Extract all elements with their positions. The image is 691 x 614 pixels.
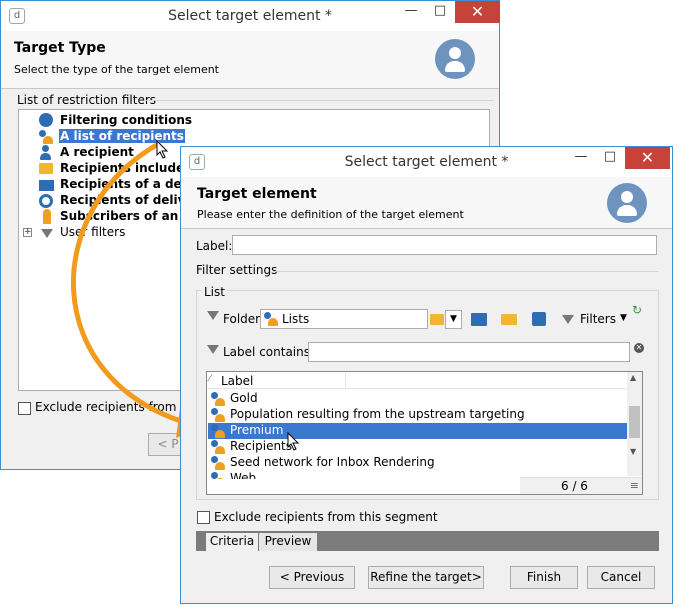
funnel-icon <box>41 229 53 238</box>
recipients-list-icon <box>38 129 54 145</box>
scroll-up-icon[interactable]: ▲ <box>630 373 636 382</box>
column-divider <box>345 373 346 387</box>
back-exclude-label: Exclude recipients from this <box>35 400 203 414</box>
back-header: Target Type Select the type of the targe… <box>1 31 499 89</box>
delivery-icon <box>39 194 53 208</box>
list-item-label: Recipients <box>230 439 293 453</box>
close-button[interactable]: ✕ <box>455 1 500 23</box>
new-list-icon[interactable] <box>532 312 546 326</box>
label-contains-label: Label contains: <box>223 345 315 359</box>
funnel-icon <box>207 345 219 354</box>
tab-preview[interactable]: Preview <box>259 533 317 551</box>
maximize-button[interactable]: □ <box>425 1 455 23</box>
label-input[interactable] <box>232 235 657 255</box>
filter-settings-label: Filter settings <box>196 263 278 277</box>
sort-icon: ⁄ <box>209 374 211 384</box>
back-header-subtitle: Select the type of the target element <box>14 63 219 76</box>
scroll-thumb[interactable] <box>629 406 640 438</box>
label-field-label: Label: <box>196 239 233 253</box>
tree-item-label: A recipient <box>60 145 134 159</box>
list-item-seed-network[interactable]: Seed network for Inbox Rendering <box>208 455 627 471</box>
mouse-cursor-icon <box>156 140 169 159</box>
recipients-list-icon <box>210 471 226 479</box>
clear-filter-icon[interactable]: ✕ <box>634 343 644 353</box>
avatar-icon <box>607 183 647 223</box>
tab-criteria[interactable]: Criteria <box>206 533 258 551</box>
close-button[interactable]: ✕ <box>625 147 670 169</box>
chevron-down-icon[interactable]: ▼ <box>620 313 627 323</box>
list-footer: 6 / 6 ≡ <box>520 477 642 494</box>
list-item-premium[interactable]: Premium <box>208 423 627 439</box>
front-header: Target element Please enter the definiti… <box>181 177 672 229</box>
subscriber-icon <box>43 209 51 224</box>
folder-browse-icon[interactable] <box>430 314 444 325</box>
funnel-icon <box>207 311 219 320</box>
scroll-down-icon[interactable]: ▼ <box>630 447 636 456</box>
recipients-list-icon <box>210 407 226 423</box>
column-header-label[interactable]: Label <box>221 374 253 388</box>
recipient-icon <box>38 145 54 161</box>
folder-dropdown-button[interactable]: ▼ <box>445 310 462 329</box>
mouse-cursor-icon <box>287 432 300 451</box>
refresh-icon[interactable]: ↻ <box>632 303 642 317</box>
back-exclude-checkbox[interactable] <box>18 402 31 415</box>
list-menu-icon[interactable]: ≡ <box>630 479 639 492</box>
list-group-label: List <box>202 285 227 299</box>
back-titlebar: d Select target element * — □ ✕ <box>1 1 500 31</box>
recipients-list-icon <box>210 439 226 455</box>
expand-icon[interactable]: + <box>23 228 32 237</box>
list-scrollbar[interactable]: ▲ ▼ <box>627 372 642 476</box>
filter-settings-divider <box>273 271 659 272</box>
folder-input[interactable]: Lists <box>260 309 428 329</box>
list-item-recipients[interactable]: Recipients <box>208 439 627 455</box>
lists-folder-icon <box>263 311 279 327</box>
recipients-list[interactable]: ⁄ Label Gold Population resulting from t… <box>206 371 643 495</box>
exclude-label: Exclude recipients from this segment <box>214 510 438 524</box>
filters-button[interactable]: Filters <box>580 312 616 326</box>
finish-button[interactable]: Finish <box>510 566 578 589</box>
list-header[interactable]: ⁄ Label <box>207 372 627 389</box>
open-folder-icon[interactable] <box>501 314 517 325</box>
tab-strip: Criteria Preview <box>196 531 659 551</box>
recipients-list-icon <box>210 391 226 407</box>
front-dialog: d Select target element * — □ ✕ Target e… <box>180 146 673 604</box>
folder-label: Folder: <box>223 312 264 326</box>
label-contains-input[interactable] <box>308 342 630 362</box>
list-item-label: Gold <box>230 391 258 405</box>
list-item-label: Web <box>230 471 257 479</box>
exclude-checkbox[interactable] <box>197 511 210 524</box>
maximize-button[interactable]: □ <box>595 147 625 169</box>
envelope-icon <box>39 180 54 191</box>
folder-value: Lists <box>282 312 310 326</box>
cancel-button[interactable]: Cancel <box>587 566 655 589</box>
filter-conditions-icon <box>39 113 53 127</box>
restriction-filters-label: List of restriction filters <box>17 93 157 107</box>
front-header-title: Target element <box>197 186 317 202</box>
list-item-population[interactable]: Population resulting from the upstream t… <box>208 407 627 423</box>
footer-divider <box>196 551 659 552</box>
previous-button[interactable]: < Previous <box>269 566 355 589</box>
tree-item-label: Filtering conditions <box>60 113 193 127</box>
list-item-label: Premium <box>230 423 284 437</box>
back-header-title: Target Type <box>14 40 106 56</box>
recipients-folder-icon <box>39 163 53 174</box>
list-item-label: Population resulting from the upstream t… <box>230 407 525 421</box>
group-divider <box>144 100 494 101</box>
filters-funnel-icon <box>562 315 574 324</box>
minimize-button[interactable]: — <box>566 147 596 169</box>
record-count: 6 / 6 <box>561 479 588 493</box>
recipients-list-icon <box>210 423 226 439</box>
recipients-list-icon <box>210 455 226 471</box>
tree-item-label: User filters <box>60 225 126 239</box>
list-item-gold[interactable]: Gold <box>208 391 627 407</box>
minimize-button[interactable]: — <box>396 1 426 23</box>
folder-up-icon[interactable] <box>471 313 487 326</box>
list-item-label: Seed network for Inbox Rendering <box>230 455 435 469</box>
refine-target-button[interactable]: Refine the target> <box>368 566 484 589</box>
front-titlebar: d Select target element * — □ ✕ <box>181 147 672 177</box>
avatar-icon <box>435 39 475 79</box>
front-header-subtitle: Please enter the definition of the targe… <box>197 208 464 221</box>
